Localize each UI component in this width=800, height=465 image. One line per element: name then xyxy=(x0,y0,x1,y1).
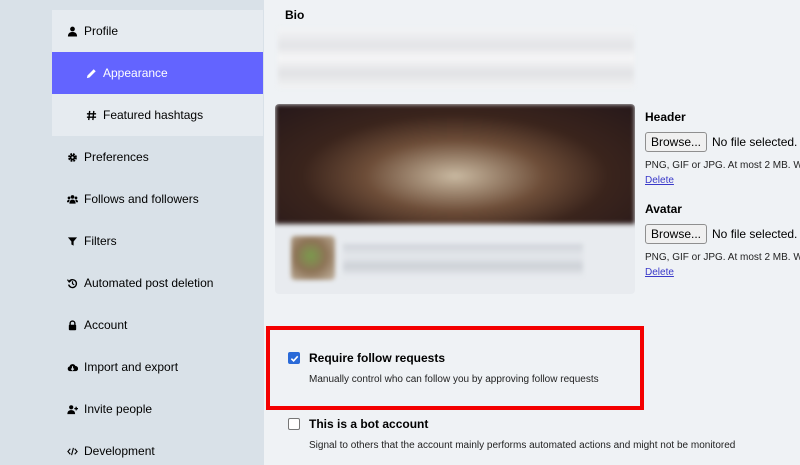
avatar-file-input: Browse... No file selected. xyxy=(645,224,797,244)
bot-account-checkbox[interactable] xyxy=(288,418,300,430)
bot-account-option: This is a bot account Signal to others t… xyxy=(288,417,735,451)
sidebar-item-development[interactable]: Development xyxy=(52,430,263,465)
sidebar-item-label: Profile xyxy=(84,24,119,38)
bot-account-label[interactable]: This is a bot account xyxy=(309,417,735,431)
avatar-file-status: No file selected. xyxy=(712,227,798,241)
sidebar-item-appearance[interactable]: Appearance xyxy=(52,52,263,94)
code-icon xyxy=(66,445,78,457)
header-file-input: Browse... No file selected. xyxy=(645,132,797,152)
header-file-status: No file selected. xyxy=(712,135,798,149)
sidebar-item-profile[interactable]: Profile xyxy=(52,10,263,52)
sidebar-item-label: Automated post deletion xyxy=(84,276,214,290)
avatar-delete-link[interactable]: Delete xyxy=(645,267,674,278)
bio-label: Bio xyxy=(285,8,305,22)
pencil-icon xyxy=(85,67,97,79)
avatar-field-title: Avatar xyxy=(645,202,682,216)
require-follow-requests-label[interactable]: Require follow requests xyxy=(309,351,599,365)
cloud-download-icon xyxy=(66,361,78,373)
appearance-settings: Bio Header Browse... No file selected. P… xyxy=(264,0,800,465)
sidebar-item-account[interactable]: Account xyxy=(52,304,263,346)
sidebar-item-label: Follows and followers xyxy=(84,192,199,206)
avatar-hint: PNG, GIF or JPG. At most 2 MB. Will xyxy=(645,252,800,263)
avatar-image-preview xyxy=(291,236,335,280)
gear-icon xyxy=(66,151,78,163)
header-delete-link[interactable]: Delete xyxy=(645,175,674,186)
preview-display-name xyxy=(343,244,583,276)
require-follow-requests-checkbox[interactable] xyxy=(288,352,300,364)
hashtag-icon xyxy=(85,109,97,121)
sidebar-item-featured-hashtags[interactable]: Featured hashtags xyxy=(52,94,263,136)
sidebar-item-label: Filters xyxy=(84,234,117,248)
avatar-browse-button[interactable]: Browse... xyxy=(645,224,708,244)
sidebar-item-automated-post-deletion[interactable]: Automated post deletion xyxy=(52,262,263,304)
header-hint: PNG, GIF or JPG. At most 2 MB. Will xyxy=(645,160,800,171)
header-field-title: Header xyxy=(645,110,686,124)
sidebar-item-filters[interactable]: Filters xyxy=(52,220,263,262)
settings-nav: Profile Appearance Featured hashtags Pre… xyxy=(52,10,263,465)
profile-preview-card xyxy=(275,104,635,294)
sidebar-item-preferences[interactable]: Preferences xyxy=(52,136,263,178)
user-icon xyxy=(66,25,78,37)
sidebar-item-label: Account xyxy=(84,318,128,332)
sidebar-item-follows-and-followers[interactable]: Follows and followers xyxy=(52,178,263,220)
filter-icon xyxy=(66,235,78,247)
require-follow-requests-description: Manually control who can follow you by a… xyxy=(309,374,599,385)
sidebar-item-import-and-export[interactable]: Import and export xyxy=(52,346,263,388)
history-icon xyxy=(66,277,78,289)
lock-icon xyxy=(66,319,78,331)
bio-textarea[interactable] xyxy=(278,28,634,88)
require-follow-requests-option: Require follow requests Manually control… xyxy=(288,351,599,385)
sidebar-item-label: Invite people xyxy=(84,402,153,416)
user-plus-icon xyxy=(66,403,78,415)
sidebar-item-invite-people[interactable]: Invite people xyxy=(52,388,263,430)
sidebar-item-label: Preferences xyxy=(84,150,149,164)
sidebar-item-label: Development xyxy=(84,444,155,458)
header-browse-button[interactable]: Browse... xyxy=(645,132,708,152)
header-image-preview xyxy=(275,104,635,224)
bot-account-description: Signal to others that the account mainly… xyxy=(309,440,736,451)
sidebar-item-label: Appearance xyxy=(103,66,168,80)
checkmark-icon xyxy=(290,355,298,362)
sidebar-item-label: Import and export xyxy=(84,360,179,374)
users-icon xyxy=(66,193,78,205)
sidebar-item-label: Featured hashtags xyxy=(103,108,204,122)
